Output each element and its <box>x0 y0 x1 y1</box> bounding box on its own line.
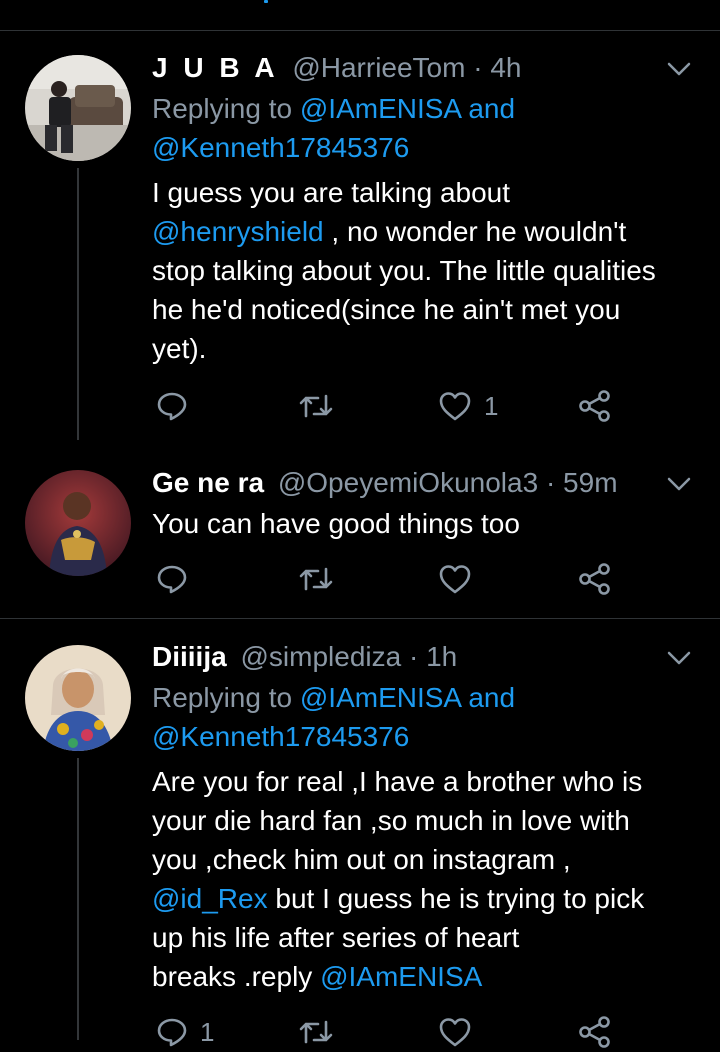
mention-and: and <box>468 682 516 713</box>
text-line: your die hard fan ,so much in love with <box>152 805 630 836</box>
user-handle[interactable]: @simplediza <box>240 641 401 672</box>
like-icon <box>439 392 471 421</box>
mention-link[interactable]: @Kenneth17845376 <box>152 721 409 752</box>
like-count: 1 <box>484 390 499 421</box>
reply-count: 1 <box>200 1016 215 1047</box>
user-handle[interactable]: @HarrieeTom <box>292 52 465 83</box>
text-line: I guess you are talking about <box>152 177 511 208</box>
text-line: up his life after series of heart <box>152 922 520 953</box>
tweet-header: Ge ne ra @OpeyemiOkunola3 · 59m <box>152 465 700 501</box>
share-icon <box>579 1016 610 1048</box>
mention-link[interactable]: @id_Rex <box>152 883 268 914</box>
tweet-text: I guess you are talking about @henryshie… <box>152 173 700 368</box>
tweet-divider <box>0 618 720 619</box>
share-button[interactable] <box>578 386 612 426</box>
tweet-text: Are you for real ,I have a brother who i… <box>152 762 700 996</box>
chevron-down-icon[interactable] <box>666 471 692 497</box>
display-name[interactable]: Ge ne ra <box>152 467 264 498</box>
mention-link[interactable]: @henryshield <box>152 216 324 247</box>
avatar-juba[interactable] <box>25 55 131 161</box>
display-name[interactable]: J U B A <box>152 52 279 83</box>
tweet-header: J U B A @HarrieeTom · 4h <box>152 50 700 86</box>
timestamp[interactable]: · 1h <box>409 641 457 672</box>
top-divider <box>0 30 720 31</box>
text-line: Are you for real ,I have a brother who i… <box>152 766 643 797</box>
retweet-button[interactable] <box>298 559 334 599</box>
share-icon <box>579 390 610 422</box>
avatar-genera[interactable] <box>25 470 131 576</box>
retweet-icon <box>299 1020 333 1044</box>
text-line: yet). <box>152 333 207 364</box>
like-icon <box>439 565 471 594</box>
mention-and: and <box>468 93 516 124</box>
share-icon <box>579 563 610 595</box>
share-button[interactable] <box>578 1012 612 1052</box>
mention-link[interactable]: @Kenneth17845376 <box>152 132 409 163</box>
reply-icon <box>157 1018 187 1047</box>
like-button[interactable] <box>438 559 472 599</box>
chevron-down-icon[interactable] <box>666 56 692 82</box>
mention-link[interactable]: @IAmENISA <box>300 682 461 713</box>
replying-to: Replying to @IAmENISA and @Kenneth178453… <box>152 89 700 167</box>
retweet-button[interactable] <box>298 1012 334 1052</box>
like-button[interactable] <box>438 1012 472 1052</box>
retweet-icon <box>299 567 333 591</box>
like-icon <box>439 1018 471 1047</box>
text-line: breaks .reply <box>152 961 321 992</box>
tweet-actions: 1 <box>152 1012 632 1052</box>
display-name[interactable]: Diiiija <box>152 641 227 672</box>
reply-button[interactable] <box>156 386 188 426</box>
reply-icon <box>157 565 187 594</box>
mention-link[interactable]: @IAmENISA <box>320 961 482 992</box>
text-line: you ,check him out on instagram , <box>152 844 571 875</box>
reply-icon <box>157 392 187 421</box>
tweet-text: You can have good things too <box>152 508 520 539</box>
replying-to: Replying to @IAmENISA and @Kenneth178453… <box>152 678 700 756</box>
timestamp[interactable]: · 4h <box>473 52 521 83</box>
like-button[interactable]: 1 <box>438 386 498 426</box>
replying-prefix: Replying to <box>152 682 293 713</box>
thread-line <box>77 168 79 440</box>
reply-button[interactable] <box>156 559 188 599</box>
retweet-button[interactable] <box>298 386 334 426</box>
mention-link[interactable]: @IAmENISA <box>300 93 461 124</box>
text-line: stop talking about you. The little quali… <box>152 255 656 286</box>
text-line: but I guess he is trying to pick <box>267 883 645 914</box>
tweet-actions <box>152 559 632 599</box>
top-indicator <box>264 0 268 3</box>
text-line: , no wonder he wouldn't <box>323 216 627 247</box>
tweet-header: Diiiija @simplediza · 1h <box>152 639 700 675</box>
timestamp[interactable]: · 59m <box>546 467 618 498</box>
avatar-diiiija[interactable] <box>25 645 131 751</box>
retweet-icon <box>299 394 333 418</box>
share-button[interactable] <box>578 559 612 599</box>
thread-line <box>77 758 79 1040</box>
user-handle[interactable]: @OpeyemiOkunola3 <box>278 467 538 498</box>
reply-button[interactable]: 1 <box>156 1012 214 1052</box>
text-line: he he'd noticed(since he ain't met you <box>152 294 621 325</box>
replying-prefix: Replying to <box>152 93 293 124</box>
chevron-down-icon[interactable] <box>666 645 692 671</box>
tweet-actions: 1 <box>152 386 632 426</box>
